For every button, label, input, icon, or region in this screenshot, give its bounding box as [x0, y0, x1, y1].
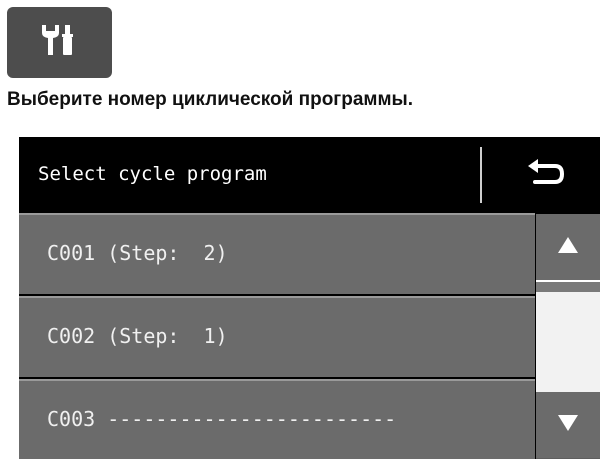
triangle-down-icon [556, 413, 580, 438]
return-arrow-icon [525, 158, 565, 193]
list-item-c002[interactable]: C002 (Step: 1) [19, 296, 535, 377]
list-item-label: C003 ------------------------ [47, 407, 397, 431]
list-item-label: C001 (Step: 2) [47, 241, 228, 265]
scroll-track[interactable] [536, 292, 600, 392]
back-button[interactable] [495, 145, 595, 205]
triangle-up-icon [556, 235, 580, 260]
header-divider [480, 147, 482, 203]
list-item-c001[interactable]: C001 (Step: 2) [19, 213, 535, 294]
scroll-up-button[interactable] [536, 214, 600, 280]
instruction-text: Выберите номер циклической программы. [7, 89, 414, 110]
screen-title: Select cycle program [38, 163, 267, 185]
scrollbar[interactable] [536, 214, 600, 459]
device-screen: Select cycle program C001 (Step: 2) C002… [19, 137, 600, 459]
wrench-screwdriver-icon [38, 23, 82, 62]
list-item-c003[interactable]: C003 ------------------------ [19, 379, 535, 459]
screen-header: Select cycle program [19, 137, 600, 213]
scroll-down-button[interactable] [536, 392, 600, 458]
tool-icon-box [7, 7, 112, 78]
list-item-label: C002 (Step: 1) [47, 324, 228, 348]
scroll-thumb[interactable] [536, 280, 600, 292]
